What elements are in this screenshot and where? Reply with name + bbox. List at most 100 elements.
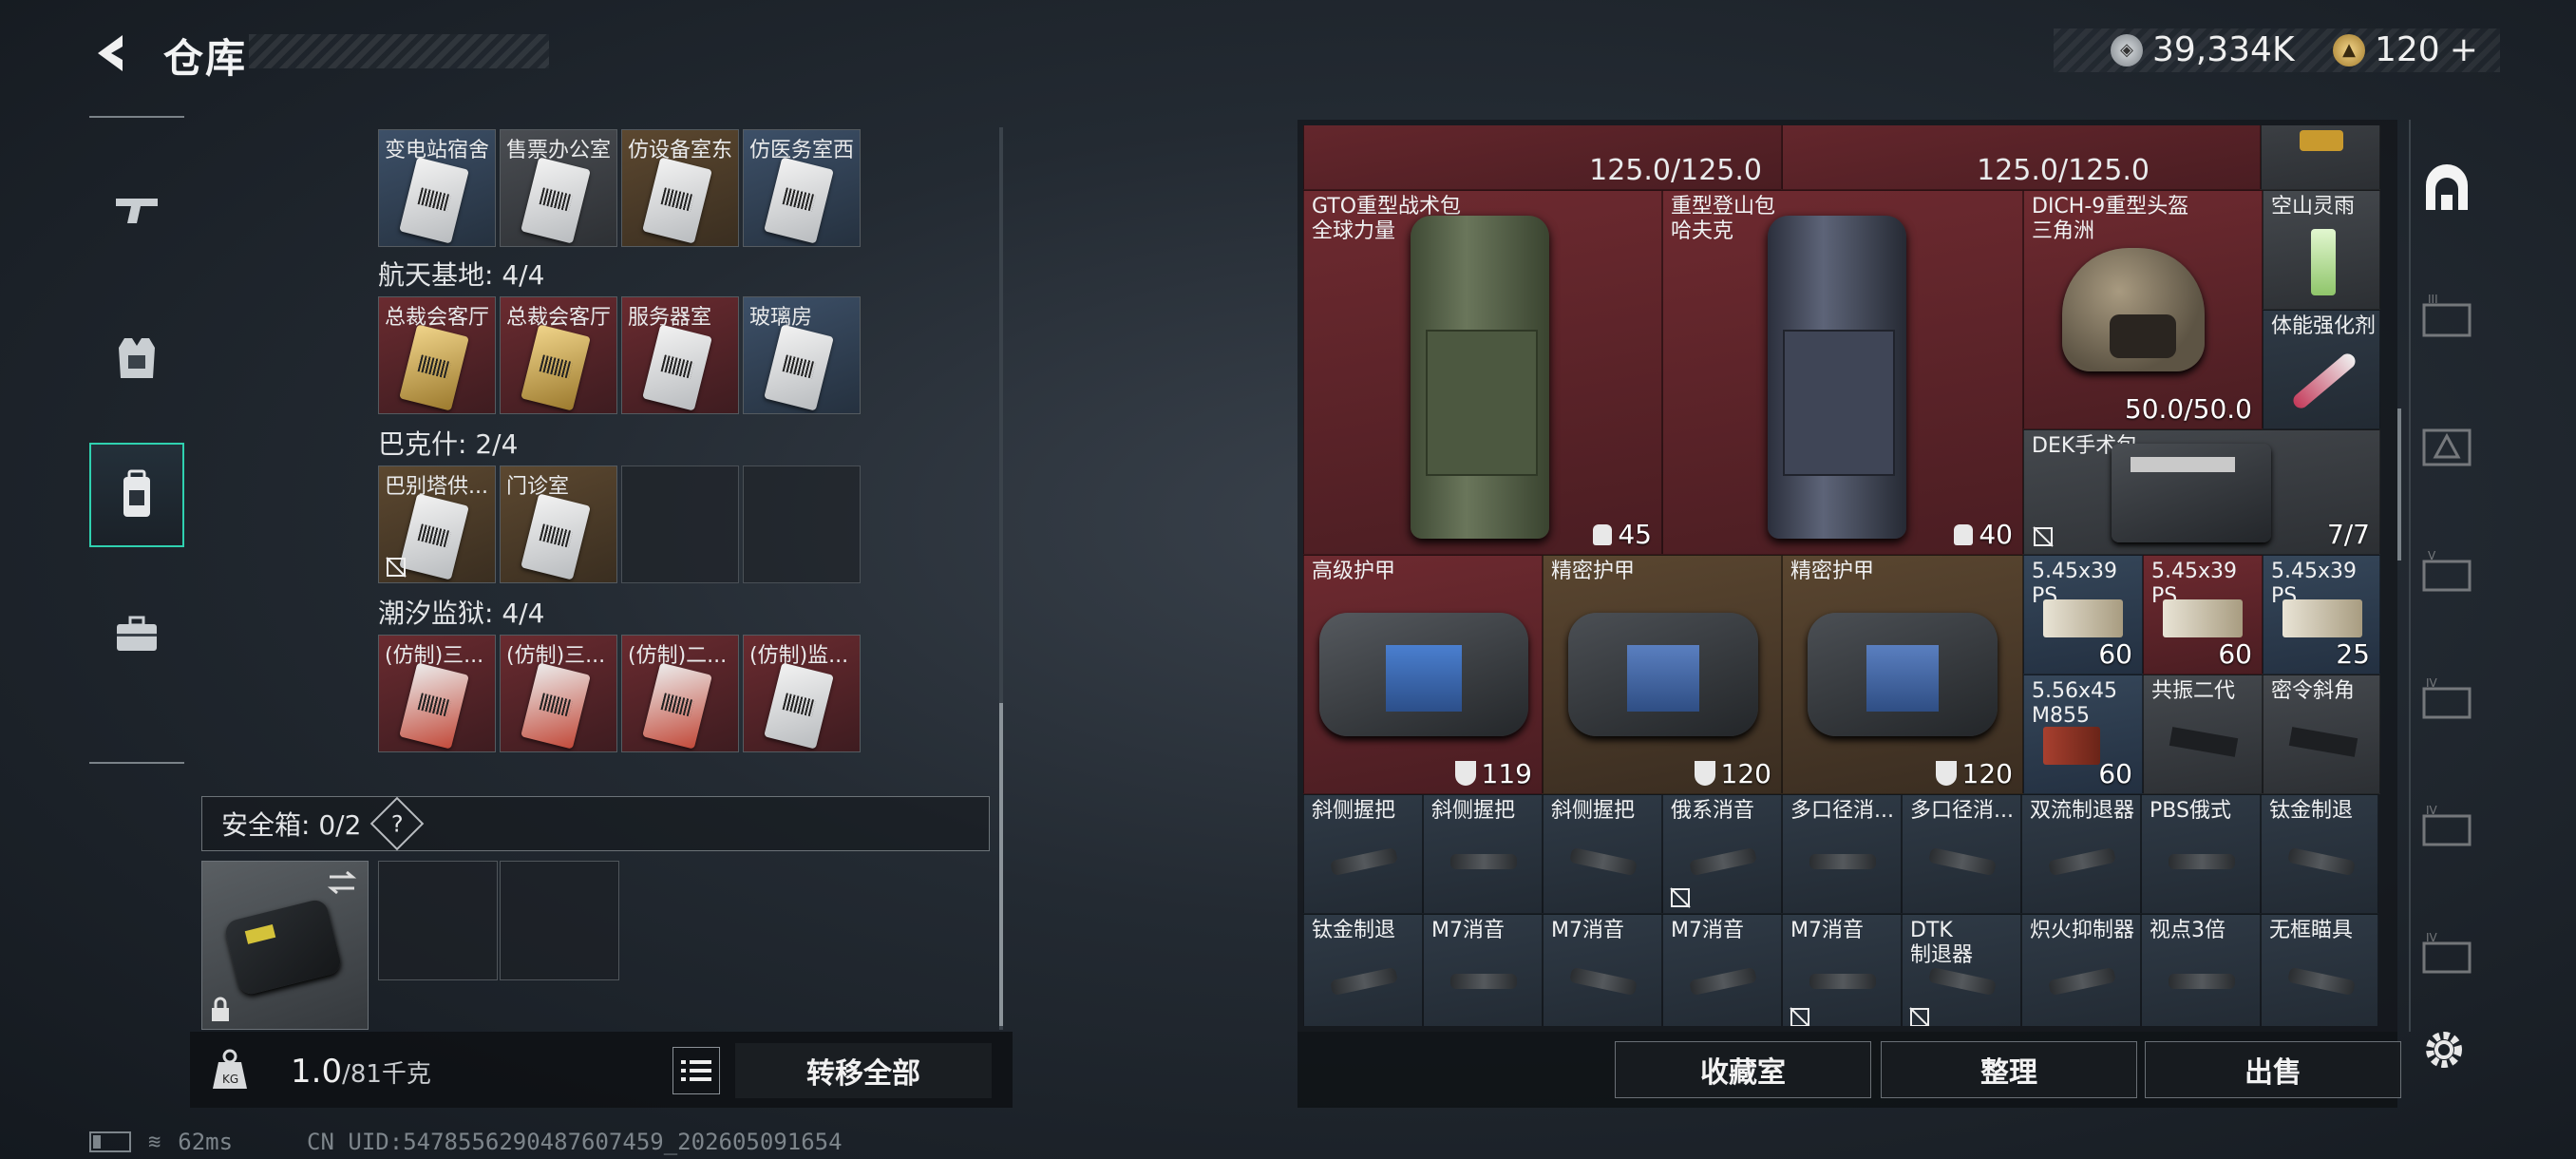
grip-item[interactable]: 密令斜角 [2263,674,2380,794]
item-name: 钛金制退 [2269,799,2354,823]
attachment-slot[interactable]: M7消音 [1543,914,1662,1026]
item-injector[interactable]: 体能强化剂 [2263,310,2380,429]
home-tab[interactable] [2409,139,2485,243]
attachment-slot[interactable]: 无框瞄具 [2261,914,2378,1026]
safe-box-slot[interactable] [201,861,369,1030]
stash-scrollbar[interactable] [2397,408,2401,560]
item-slot[interactable]: 125.0/125.0 [1303,125,1782,190]
attachment-slot[interactable]: M7消音 [1782,914,1902,1026]
nav-briefcase[interactable] [89,581,184,686]
armor-advanced[interactable]: 高级护甲 119 [1303,555,1543,794]
key-slot[interactable]: 仿医务室西 [743,129,861,247]
armor-precision[interactable]: 精密护甲 120 [1543,555,1782,794]
nav-backpack[interactable] [89,443,184,547]
item-drink[interactable]: 空山灵雨 [2263,190,2380,310]
attachment-slot[interactable]: DTK 制退器 [1902,914,2021,1026]
list-icon [681,1060,711,1081]
backpack-gto[interactable]: GTO重型战术包 全球力量 45 [1303,190,1662,555]
settings-button[interactable] [2420,1026,2468,1074]
tier4-alt-tab[interactable]: IV [2409,775,2485,880]
attachment-slot[interactable]: 俄系消音 [1662,794,1782,914]
key-slot[interactable]: 玻璃房 [743,296,861,414]
ammo-box[interactable]: 5.45x39 PS 60 [2143,555,2263,674]
tier4-third-tab[interactable]: IV [2409,902,2485,1007]
sell-button[interactable]: 出售 [2145,1041,2401,1098]
attachment-slot[interactable]: 多口径消... [1782,794,1902,914]
attachment-slot[interactable]: 视点3倍 [2141,914,2261,1026]
weight-text: 1.0/81千克 [291,1053,431,1091]
attachment-slot[interactable]: 斜侧握把 [1303,794,1423,914]
ammo-box[interactable]: 5.45x39 PS 25 [2263,555,2380,674]
grip-image [2288,727,2358,757]
attachment-slot[interactable]: M7消音 [1423,914,1543,1026]
safe-slot-empty[interactable] [500,861,619,980]
key-slot[interactable]: 仿设备室东 [621,129,739,247]
key-slot-empty[interactable] [621,466,739,583]
item-name: 共振二代 [2151,679,2236,703]
item-slot[interactable]: 125.0/125.0 [1782,125,2261,190]
add-currency-button[interactable]: + [2450,30,2478,69]
key-card-icon [521,324,591,411]
transfer-all-button[interactable]: 转移全部 [735,1043,992,1098]
lock-icon [212,997,229,1021]
item-medkit[interactable]: DEK手术包 7/7 [2023,429,2380,555]
list-view-button[interactable] [672,1047,720,1094]
item-name: 精密护甲 [1551,560,1636,583]
key-label: 售票办公室 [506,139,612,162]
attachment-slot[interactable]: 炽火抑制器 [2021,914,2141,1026]
nav-weapons[interactable] [89,158,184,262]
key-slot[interactable]: 总裁会客厅 [500,296,617,414]
attachment-image [1809,974,1876,989]
helmet-dich9[interactable]: DICH-9重型头盔 三角洲 50.0/50.0 [2023,190,2263,429]
key-slot[interactable]: 服务器室 [621,296,739,414]
tier3-tab[interactable]: III [2409,266,2485,370]
attachment-slot[interactable]: 钛金制退 [1303,914,1423,1026]
item-name: M7消音 [1671,919,1744,942]
key-label: (仿制)三... [506,644,606,668]
item-quantity: 7/7 [2326,519,2370,550]
key-card-icon [399,493,469,580]
tier4-tab[interactable]: IV [2409,648,2485,752]
collection-room-button[interactable]: 收藏室 [1615,1041,1871,1098]
item-name: 双流制退器 [2030,799,2135,823]
ammo-box[interactable]: 5.56x45 M855 60 [2023,674,2143,794]
grip-item[interactable]: 共振二代 [2143,674,2263,794]
attachment-slot[interactable]: 钛金制退 [2261,794,2378,914]
armor-precision[interactable]: 精密护甲 120 [1782,555,2023,794]
tier3-alt-tab[interactable] [2409,393,2485,498]
attachment-slot[interactable]: 多口径消... [1902,794,2021,914]
vest-icon [119,338,155,378]
organize-button[interactable]: 整理 [1881,1041,2137,1098]
back-button[interactable] [87,28,137,78]
currency-secondary[interactable]: ▲ 120 + [2333,30,2478,69]
key-card-icon [764,662,834,750]
key-slot[interactable]: (仿制)监... [743,635,861,752]
key-slot[interactable]: (仿制)三... [500,635,617,752]
key-slot[interactable]: 总裁会客厅 [378,296,496,414]
key-slot[interactable]: (仿制)二... [621,635,739,752]
nav-armor[interactable] [89,306,184,410]
backpack-mountaineering[interactable]: 重型登山包 哈夫克 40 [1662,190,2023,555]
item-slot[interactable] [2261,125,2380,190]
safe-slot-empty[interactable] [378,861,498,980]
key-slot[interactable]: 售票办公室 [500,129,617,247]
attachment-slot[interactable]: 双流制退器 [2021,794,2141,914]
ammo-box[interactable]: 5.45x39 PS 60 [2023,555,2143,674]
attachment-slot[interactable]: 斜侧握把 [1543,794,1662,914]
key-slot[interactable]: 变电站宿舍 [378,129,496,247]
nav-divider-bottom [89,762,184,764]
left-scroll-thumb[interactable] [999,703,1003,1026]
attachment-slot[interactable]: 斜侧握把 [1423,794,1543,914]
attachment-slot[interactable]: M7消音 [1662,914,1782,1026]
key-slot[interactable]: 巴别塔供... [378,466,496,583]
attachment-slot[interactable]: PBS俄式 [2141,794,2261,914]
battery-icon [89,1131,131,1152]
key-slot-empty[interactable] [743,466,861,583]
key-slot[interactable]: (仿制)三... [378,635,496,752]
armor-rating-value: 120 [1961,758,2013,789]
help-icon[interactable]: ? [370,796,425,851]
svg-text:IV: IV [2426,676,2438,690]
tier5-tab[interactable]: V [2409,521,2485,625]
attachment-image [1928,966,1997,997]
key-slot[interactable]: 门诊室 [500,466,617,583]
